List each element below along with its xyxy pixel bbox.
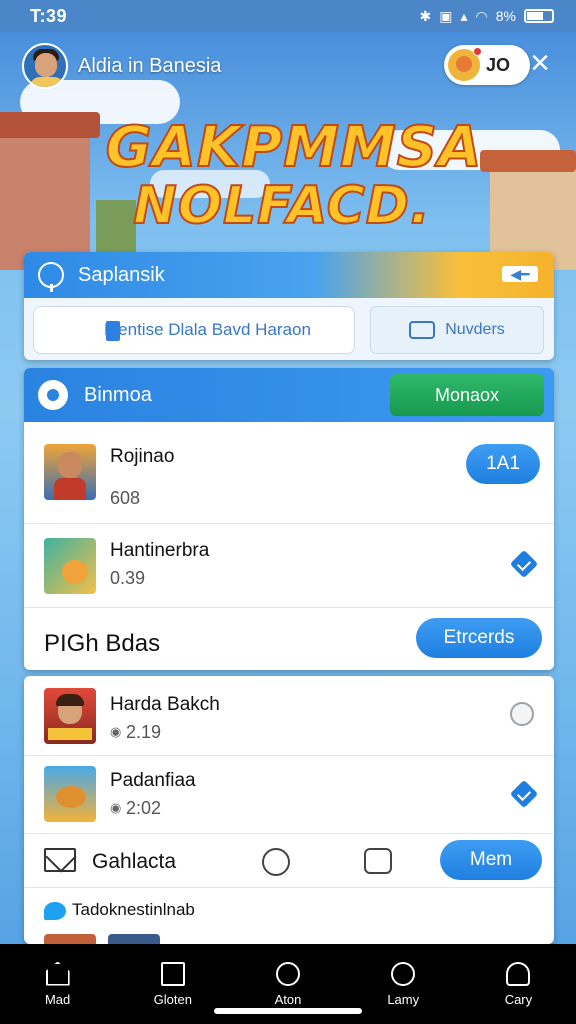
nav-item-user[interactable]: Cary [461, 944, 576, 1024]
user-add-icon[interactable] [262, 848, 290, 876]
toolbar-button[interactable]: Mem [440, 840, 542, 880]
item-value: 0.39 [110, 568, 146, 588]
section-row: PIGh Bdas Etrcerds [24, 608, 554, 670]
list-header: Binmoa Monaox [24, 368, 554, 422]
status-time: T:39 [30, 5, 68, 26]
list-item[interactable]: Hantinerbra 0.39 [24, 524, 554, 608]
document-icon [160, 961, 185, 986]
item-title: Rojinao [110, 446, 175, 467]
toolbar-label: Gahlacta [92, 850, 177, 873]
clock-icon: ◉ [110, 800, 122, 815]
game-title-line1: GAKPMMSA [105, 115, 483, 180]
section-title: PIGh Bdas [44, 630, 161, 657]
game-thumbnail [44, 538, 96, 594]
phone-icon [106, 321, 120, 341]
game-thumbnail [44, 444, 96, 500]
user-name: Aldia in Banesia [78, 54, 222, 77]
search-panel: Saplansik ◀━ Mentise Dlala Bavd Haraon N… [24, 252, 554, 360]
search-input[interactable]: Mentise Dlala Bavd Haraon [33, 306, 355, 354]
user-icon [506, 961, 531, 986]
list-item[interactable]: Padanfiaa ◉ 2:02 [24, 756, 554, 834]
nav-label: Gloten [153, 991, 192, 1007]
search-button[interactable]: Nuvders [370, 306, 544, 354]
nav-item-smile[interactable]: Lamy [346, 944, 461, 1024]
twitter-icon [44, 902, 66, 920]
notification-icon: ▣ [439, 7, 453, 24]
circle-icon [276, 961, 300, 986]
check-diamond-icon[interactable] [509, 549, 539, 579]
item-title: Hantinerbra [110, 540, 210, 561]
toolbar-row: Gahlacta Mem [24, 834, 554, 888]
game-thumbnail [44, 934, 96, 944]
coin-counter[interactable]: JO [444, 45, 530, 85]
nav-label: Cary [504, 991, 533, 1007]
gamepad-icon[interactable] [364, 848, 392, 874]
clock-icon: ◉ [110, 724, 122, 739]
home-indicator [214, 1008, 362, 1014]
search-header: Saplansik ◀━ [24, 252, 554, 298]
status-icons: ✱ ▣ ▴ ◠ 8% [420, 8, 554, 25]
battery-icon [524, 9, 554, 23]
nav-item-document[interactable]: Gloten [115, 944, 230, 1024]
nav-label: Mad [44, 991, 71, 1007]
item-value: 2:02 [126, 798, 162, 818]
game-thumbnail [108, 934, 160, 944]
arrow-left-icon[interactable]: ◀━ [502, 266, 538, 282]
game-thumbnail [44, 766, 96, 822]
coin-value: JO [486, 54, 511, 75]
nav-label: Lamy [387, 991, 420, 1007]
section-button[interactable]: Etrcerds [416, 618, 542, 658]
signal-icon: ▴ [460, 7, 468, 24]
item-title: Padanfiaa [110, 770, 196, 791]
close-icon[interactable]: × [522, 46, 558, 82]
footer-label: Tadoknestinlnab [72, 900, 195, 919]
gear-icon [38, 380, 68, 410]
game-title-line2: NOLFACD. [132, 176, 431, 236]
list-item[interactable]: Rojinao 608 1A1 [24, 422, 554, 524]
nav-item-home[interactable]: Mad [0, 944, 115, 1024]
coin-icon [448, 47, 482, 81]
avatar[interactable] [22, 43, 68, 89]
game-title: GAKPMMSA NOLFACD. [0, 115, 576, 236]
item-value: 608 [110, 488, 141, 508]
status-bar: T:39 ✱ ▣ ▴ ◠ 8% [0, 0, 576, 32]
profile-row: Aldia in Banesia JO × [22, 42, 562, 90]
battery-text: 8% [495, 8, 516, 24]
search-button-label: Nuvders [445, 321, 505, 338]
mail-icon[interactable] [44, 848, 76, 872]
search-input-text: Mentise Dlala Bavd Haraon [104, 320, 311, 339]
search-title: Saplansik [78, 263, 165, 286]
game-list-panel-2: Harda Bakch ◉ 2.19 Padanfiaa ◉ 2:02 Gahl… [24, 676, 554, 944]
bluetooth-icon: ✱ [419, 7, 432, 24]
list-item[interactable]: Harda Bakch ◉ 2.19 [24, 676, 554, 756]
location-pin-icon [38, 262, 64, 292]
smile-icon [391, 961, 416, 986]
item-action-button[interactable]: 1A1 [466, 444, 540, 484]
list-title: Binmoa [84, 383, 152, 406]
item-title: Harda Bakch [110, 694, 220, 715]
game-thumbnail [44, 688, 96, 744]
wifi-icon: ◠ [475, 7, 488, 24]
check-diamond-icon[interactable] [509, 779, 539, 809]
game-list-panel: Binmoa Monaox Rojinao 608 1A1 Hantinerbr… [24, 368, 554, 670]
nav-label: Aton [274, 991, 302, 1007]
notification-dot [473, 47, 482, 56]
sofa-icon [409, 321, 436, 339]
item-value: 2.19 [126, 722, 162, 742]
list-action-button[interactable]: Monaox [390, 374, 544, 416]
home-icon [45, 961, 70, 986]
radio-button[interactable] [510, 702, 534, 726]
